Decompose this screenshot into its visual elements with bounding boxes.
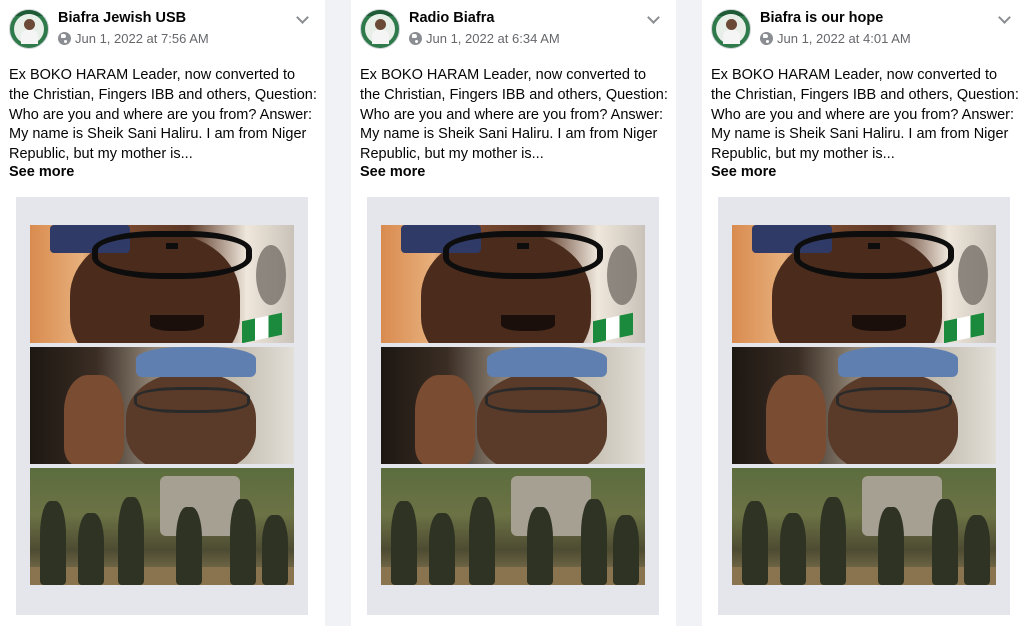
post-header: Biafra Jewish USB Jun 1, 2022 at 7:56 AM [8,8,317,50]
post-header: Biafra is our hope Jun 1, 2022 at 4:01 A… [710,8,1019,50]
chevron-down-icon[interactable] [646,12,662,28]
post-meta: Jun 1, 2022 at 6:34 AM [409,31,560,46]
post-header: Radio Biafra Jun 1, 2022 at 6:34 AM [359,8,668,50]
see-more-link[interactable]: See more [360,164,425,180]
image-panel-portrait-glasses [381,225,645,343]
post-text: Ex BOKO HARAM Leader, now converted to t… [360,67,668,163]
post-text: Ex BOKO HARAM Leader, now converted to t… [9,67,317,163]
post-image[interactable] [718,197,1010,615]
page-name[interactable]: Radio Biafra [409,10,494,26]
see-more-link[interactable]: See more [9,164,74,180]
image-panel-portrait-glasses [30,225,294,343]
post-image[interactable] [367,197,659,615]
post-date[interactable]: Jun 1, 2022 at 4:01 AM [777,31,911,46]
post-image[interactable] [16,197,308,615]
post-text: Ex BOKO HARAM Leader, now converted to t… [711,67,1019,163]
image-panel-portrait-cap [732,347,996,464]
post-card: Biafra Jewish USB Jun 1, 2022 at 7:56 AM… [0,0,325,626]
chevron-down-icon[interactable] [295,12,311,28]
post-meta: Jun 1, 2022 at 7:56 AM [58,31,209,46]
news-feed: Biafra Jewish USB Jun 1, 2022 at 7:56 AM… [0,0,1024,626]
image-panel-soldiers [30,468,294,585]
chevron-down-icon[interactable] [997,12,1013,28]
post-meta: Jun 1, 2022 at 4:01 AM [760,31,911,46]
post-card: Biafra is our hope Jun 1, 2022 at 4:01 A… [702,0,1024,626]
image-panel-portrait-cap [381,347,645,464]
globe-icon [409,32,422,45]
see-more-link[interactable]: See more [711,164,776,180]
post-card: Radio Biafra Jun 1, 2022 at 6:34 AM Ex B… [351,0,676,626]
image-panel-portrait-glasses [732,225,996,343]
globe-icon [760,32,773,45]
image-panel-portrait-cap [30,347,294,464]
avatar[interactable] [360,9,400,49]
avatar[interactable] [9,9,49,49]
globe-icon [58,32,71,45]
avatar[interactable] [711,9,751,49]
post-date[interactable]: Jun 1, 2022 at 7:56 AM [75,31,209,46]
page-name[interactable]: Biafra is our hope [760,10,883,26]
image-panel-soldiers [381,468,645,585]
image-panel-soldiers [732,468,996,585]
page-name[interactable]: Biafra Jewish USB [58,10,186,26]
post-date[interactable]: Jun 1, 2022 at 6:34 AM [426,31,560,46]
